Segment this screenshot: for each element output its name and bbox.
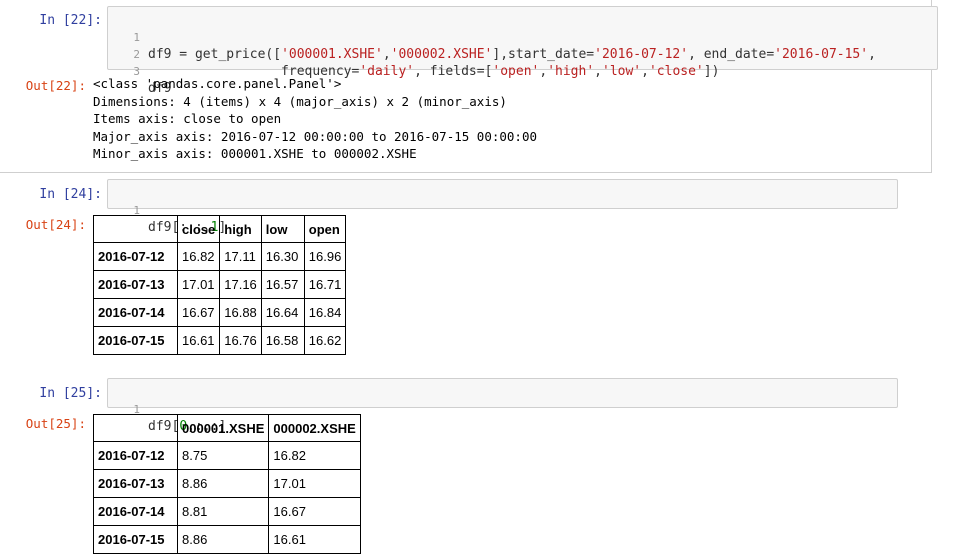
table-cell: 16.30	[260, 242, 305, 271]
table-cell: 16.61	[268, 525, 361, 554]
table-cell: 16.61	[176, 326, 221, 355]
table-cell: 16.58	[260, 326, 305, 355]
table-cell: 16.67	[268, 497, 361, 526]
table-row: 2016-07-15 16.61 16.76 16.58 16.62	[93, 326, 347, 355]
row-index: 2016-07-15	[93, 326, 178, 355]
table-header-row: close high low open	[93, 215, 347, 243]
table-cell: 16.84	[303, 298, 347, 327]
row-index: 2016-07-14	[93, 298, 178, 327]
table-cell: 16.88	[219, 298, 262, 327]
table-cell: 16.62	[303, 326, 347, 355]
table-cell: 8.86	[176, 469, 270, 498]
table-cell: 16.64	[260, 298, 305, 327]
table-row: 2016-07-12 16.82 17.11 16.30 16.96	[93, 242, 347, 271]
table-header-row: 000001.XSHE 000002.XSHE	[93, 414, 361, 442]
code-input-25[interactable]: 1 df9[0,:,:]	[107, 378, 898, 434]
out-prompt-22: Out[22]:	[25, 78, 86, 93]
table-cell: 17.01	[268, 469, 361, 498]
column-header: close	[176, 215, 221, 243]
table-cell: 16.82	[176, 242, 221, 271]
in-prompt-22: In [22]:	[39, 13, 102, 28]
code-input-22[interactable]: 1 df9 = get_price(['000001.XSHE','000002…	[107, 6, 938, 96]
column-header: open	[303, 215, 347, 243]
table-row: 2016-07-14 8.81 16.67	[93, 497, 361, 526]
in-prompt-24: In [24]:	[39, 187, 102, 202]
row-index: 2016-07-12	[93, 441, 178, 470]
table-row: 2016-07-13 17.01 17.16 16.57 16.71	[93, 270, 347, 299]
row-index: 2016-07-13	[93, 469, 178, 498]
table-cell: 16.82	[268, 441, 361, 470]
table-cell: 16.67	[176, 298, 221, 327]
column-header: high	[219, 215, 262, 243]
row-index: 2016-07-12	[93, 242, 178, 271]
out-prompt-24: Out[24]:	[25, 217, 86, 232]
table-cell: 17.11	[219, 242, 262, 271]
panel-output-text: <class 'pandas.core.panel.Panel'> Dimensi…	[93, 76, 538, 161]
table-cell: 8.81	[176, 497, 270, 526]
dataframe-table: 000001.XSHE 000002.XSHE 2016-07-12 8.75 …	[93, 414, 361, 554]
table-cell: 8.86	[176, 525, 270, 554]
dataframe-table: close high low open 2016-07-12 16.82 17.…	[93, 215, 347, 355]
column-header: 000001.XSHE	[176, 414, 270, 442]
table-row: 2016-07-13 8.86 17.01	[93, 469, 361, 498]
row-index: 2016-07-13	[93, 270, 178, 299]
table-cell: 16.71	[303, 270, 347, 299]
code-input-24[interactable]: 1 df9[:,:,1]	[107, 179, 898, 235]
table-cell: 17.01	[176, 270, 221, 299]
row-index: 2016-07-15	[93, 525, 178, 554]
table-cell: 16.57	[260, 270, 305, 299]
column-header: low	[260, 215, 305, 243]
table-cell: 17.16	[219, 270, 262, 299]
table-row: 2016-07-14 16.67 16.88 16.64 16.84	[93, 298, 347, 327]
table-cell: 8.75	[176, 441, 270, 470]
in-prompt-25: In [25]:	[39, 386, 102, 401]
index-header	[93, 215, 178, 243]
table-row: 2016-07-15 8.86 16.61	[93, 525, 361, 554]
row-index: 2016-07-14	[93, 497, 178, 526]
table-cell: 16.96	[303, 242, 347, 271]
table-row: 2016-07-12 8.75 16.82	[93, 441, 361, 470]
index-header	[93, 414, 178, 442]
column-header: 000002.XSHE	[268, 414, 361, 442]
out-prompt-25: Out[25]:	[25, 416, 86, 431]
table-cell: 16.76	[219, 326, 262, 355]
